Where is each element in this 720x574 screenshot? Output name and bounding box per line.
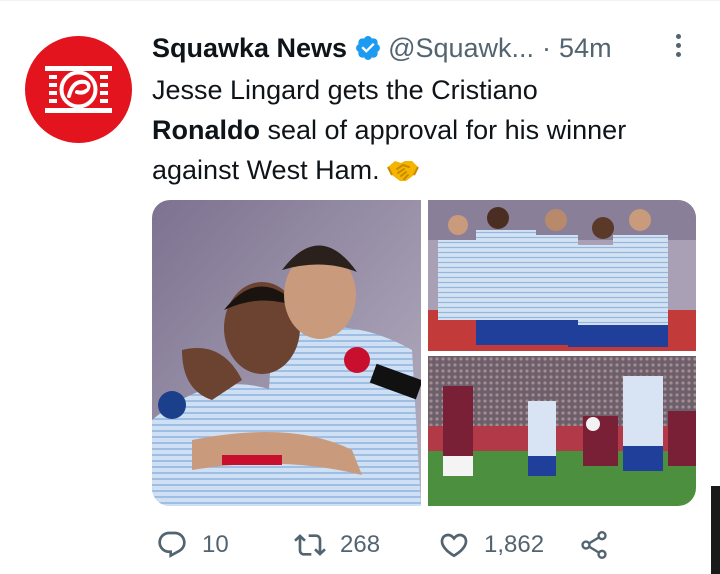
timestamp[interactable]: 54m (559, 33, 612, 64)
tweet-text-line-1: Jesse Lingard gets the Cristiano (152, 75, 538, 105)
top-divider (0, 0, 720, 1)
reply-icon (158, 531, 186, 558)
share-icon (581, 531, 607, 559)
retweet-button[interactable]: 268 (294, 522, 380, 568)
avatar[interactable] (25, 36, 132, 143)
share-button[interactable] (578, 522, 610, 568)
photo-celebration-closeup[interactable] (152, 200, 421, 506)
tweet-header: Squawka News @Squawk... · 54m (152, 28, 692, 68)
retweet-count: 268 (340, 531, 381, 558)
tweet-text-line-3: against West Ham. (152, 150, 712, 190)
tweet-text-line-2: Ronaldo seal of approval for his winner (152, 110, 712, 150)
like-button[interactable]: 1,862 (438, 522, 544, 568)
reply-button[interactable]: 10 (156, 522, 229, 568)
tweet-text-line-2-rest: seal of approval for his winner (260, 115, 627, 145)
scrollbar[interactable] (711, 486, 720, 574)
user-handle[interactable]: @Squawk... (388, 33, 534, 64)
heart-icon (440, 533, 468, 558)
display-name[interactable]: Squawka News (152, 33, 347, 64)
tweet-actions: 10 268 1,862 (156, 522, 636, 568)
media-grid (152, 200, 696, 506)
photo-goal-action[interactable] (428, 356, 696, 506)
like-count: 1,862 (484, 531, 545, 558)
reply-count: 10 (202, 531, 229, 558)
tweet-text: Jesse Lingard gets the Cristiano Ronaldo… (152, 70, 712, 190)
tweet-text-line-3-text: against West Ham. (152, 155, 380, 185)
tweet-text-bold-name: Ronaldo (152, 115, 260, 145)
more-options-icon[interactable] (672, 34, 684, 62)
verified-badge-icon (354, 34, 382, 62)
handshake-emoji-icon (386, 155, 420, 185)
separator-dot: · (542, 32, 552, 63)
squawka-logo-icon (45, 66, 112, 113)
retweet-icon (294, 534, 326, 556)
photo-team-huddle[interactable] (428, 200, 696, 351)
